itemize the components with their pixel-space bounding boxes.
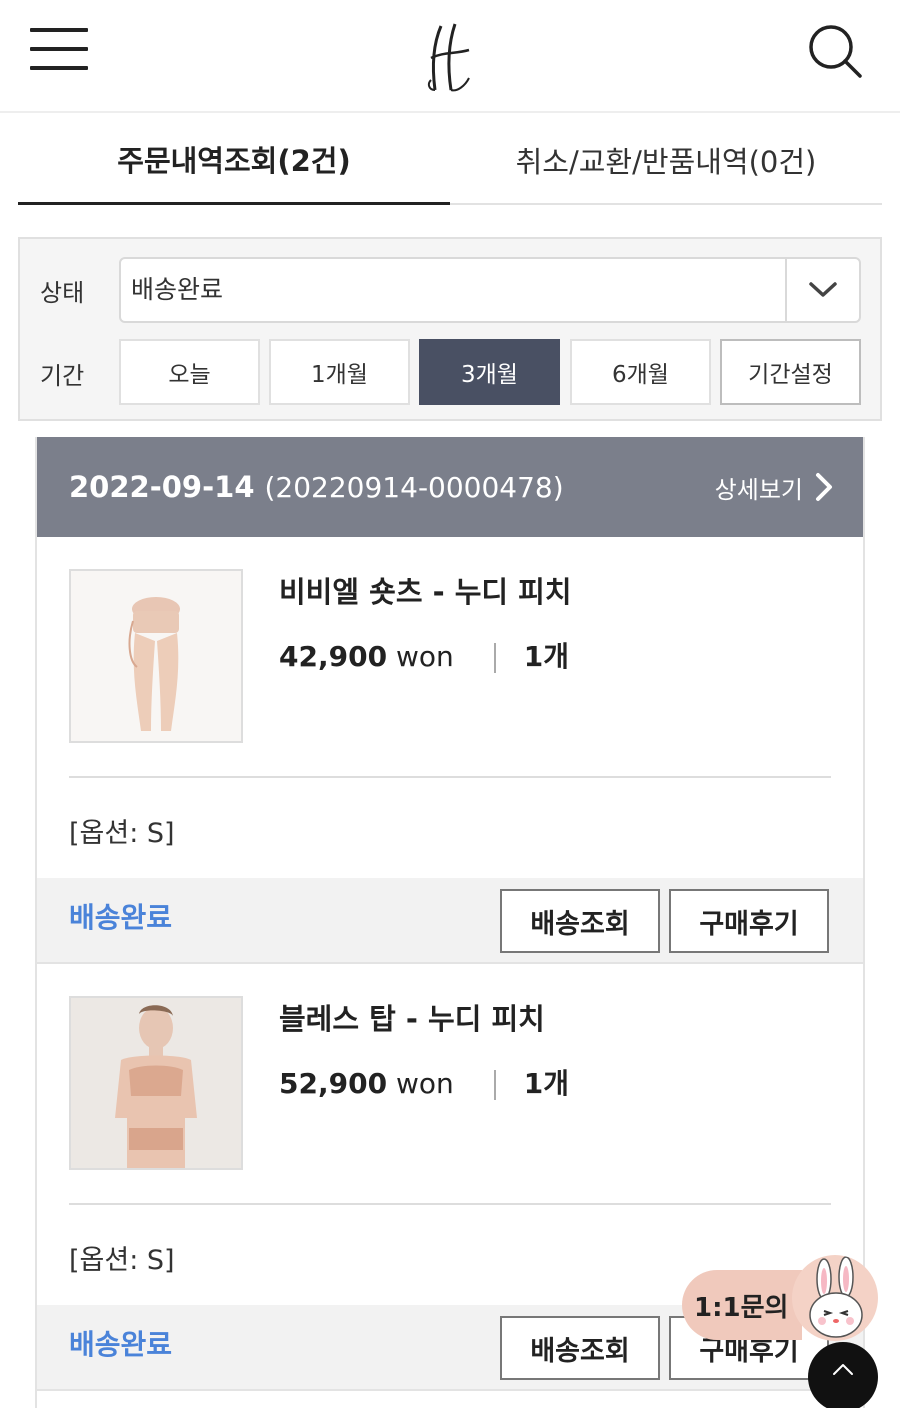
- product-currency: won: [395, 640, 454, 673]
- track-delivery-button[interactable]: 배송조회: [500, 889, 660, 953]
- order-detail-label: 상세보기: [714, 475, 803, 504]
- product-qty-unit: 개: [543, 640, 569, 673]
- chevron-up-icon: [833, 1364, 853, 1375]
- period-6month-button[interactable]: 6개월: [570, 339, 711, 405]
- product-option: [옵션: S]: [69, 818, 175, 849]
- product-name[interactable]: 블레스 탑 - 누디 피치: [279, 996, 545, 1038]
- hamburger-menu-icon[interactable]: [30, 28, 88, 70]
- product-price: 42,900: [279, 640, 388, 673]
- price-qty-divider: [493, 1070, 496, 1100]
- search-icon[interactable]: [806, 22, 864, 80]
- item-divider: [69, 1203, 831, 1205]
- track-delivery-button[interactable]: 배송조회: [500, 1316, 660, 1380]
- inquiry-button[interactable]: 1:1문의: [682, 1270, 802, 1340]
- tab-cancel-exchange-return[interactable]: 취소/교환/반품내역(0건): [450, 115, 882, 205]
- period-filter-label: 기간: [40, 362, 85, 390]
- order-date: 2022-09-14 (20220914-0000478): [69, 437, 564, 537]
- product-price: 52,900: [279, 1067, 388, 1100]
- price-qty-divider: [493, 643, 496, 673]
- product-price-row: 42,900 won 1개: [279, 635, 569, 675]
- order-tabs: 주문내역조회(2건) 취소/교환/반품내역(0건): [18, 115, 882, 205]
- tab-order-history[interactable]: 주문내역조회(2건): [18, 115, 450, 205]
- product-image[interactable]: [69, 569, 243, 743]
- status-select-value: 배송완료: [131, 275, 224, 304]
- product-currency: won: [395, 1067, 454, 1100]
- write-review-button[interactable]: 구매후기: [669, 889, 829, 953]
- order-header: 2022-09-14 (20220914-0000478) 상세보기: [37, 437, 863, 537]
- order-item: 블레스 탑 - 누디 피치 52,900 won 1개 [옵션: S] 배송완료 …: [37, 964, 863, 1408]
- item-bottom-border: [37, 1389, 863, 1391]
- product-qty: 1: [523, 1067, 544, 1100]
- product-qty-unit: 개: [543, 1067, 569, 1100]
- status-select[interactable]: 배송완료: [119, 257, 861, 323]
- delivery-status: 배송완료: [69, 1328, 173, 1361]
- order-card: 2022-09-14 (20220914-0000478) 상세보기 비비엘 숏츠…: [35, 437, 865, 1408]
- order-date-text: 2022-09-14: [69, 470, 255, 504]
- scroll-top-button[interactable]: [808, 1342, 878, 1408]
- app-header: [0, 0, 900, 113]
- item-divider: [69, 776, 831, 778]
- chevron-right-icon: [816, 473, 832, 501]
- period-custom-button[interactable]: 기간설정: [720, 339, 861, 405]
- product-price-row: 52,900 won 1개: [279, 1062, 569, 1102]
- product-image[interactable]: [69, 996, 243, 1170]
- period-3month-button[interactable]: 3개월: [419, 339, 560, 405]
- filter-panel: 상태 배송완료 기간 오늘 1개월 3개월 6개월 기간설정: [18, 237, 882, 421]
- order-number: (20220914-0000478): [264, 471, 564, 504]
- bunny-mascot-icon[interactable]: [792, 1255, 878, 1341]
- period-today-button[interactable]: 오늘: [119, 339, 260, 405]
- chevron-down-icon[interactable]: [785, 259, 859, 321]
- brand-logo[interactable]: [425, 20, 475, 94]
- period-1month-button[interactable]: 1개월: [269, 339, 410, 405]
- order-detail-link[interactable]: 상세보기: [715, 437, 833, 537]
- item-footer: 배송완료 배송조회 구매후기: [37, 878, 863, 962]
- product-qty: 1: [523, 640, 544, 673]
- delivery-status: 배송완료: [69, 901, 173, 934]
- product-option: [옵션: S]: [69, 1245, 175, 1276]
- status-filter-label: 상태: [40, 279, 85, 307]
- order-item: 비비엘 숏츠 - 누디 피치 42,900 won 1개 [옵션: S] 배송완료…: [37, 537, 863, 964]
- product-name[interactable]: 비비엘 숏츠 - 누디 피치: [279, 569, 572, 611]
